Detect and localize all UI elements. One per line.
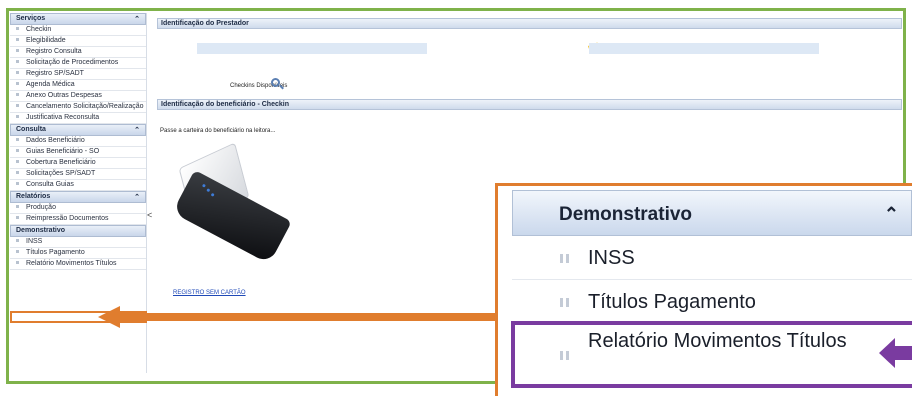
registro-sem-cartao-link[interactable]: REGISTRO SEM CARTÃO	[173, 290, 246, 296]
bullet-icon	[560, 297, 569, 307]
sidebar-item-anexo-outras-despesas[interactable]: Anexo Outras Despesas	[10, 91, 146, 102]
bullet-icon	[16, 182, 19, 185]
collapse-icon[interactable]: ⌃	[884, 204, 899, 225]
sidebar-item-producao[interactable]: Produção	[10, 203, 146, 214]
sidebar-item-cobertura-beneficiario[interactable]: Cobertura Beneficiário	[10, 158, 146, 169]
bullet-icon	[16, 160, 19, 163]
bullet-icon	[16, 60, 19, 63]
bullet-icon	[16, 250, 19, 253]
sidebar-item-solicitacao-procedimentos[interactable]: Solicitação de Procedimentos	[10, 58, 146, 69]
bullet-icon	[16, 71, 19, 74]
section-header-relatorios[interactable]: Relatórios ⌃	[10, 191, 146, 203]
bullet-icon	[16, 49, 19, 52]
bullet-icon	[16, 115, 19, 118]
highlight-relatorio	[511, 321, 912, 388]
bullet-icon	[16, 171, 19, 174]
sidebar-item-elegibilidade[interactable]: Elegibilidade	[10, 36, 146, 47]
bullet-icon	[16, 93, 19, 96]
sidebar-item-relatorio-movimentos-titulos[interactable]: Relatório Movimentos Títulos	[10, 259, 146, 270]
section-header-servicos[interactable]: Serviços ⌃	[10, 13, 146, 25]
sidebar-item-agenda-medica[interactable]: Agenda Médica	[10, 80, 146, 91]
sidebar-item-guias-beneficiario[interactable]: Guias Beneficiário - SO	[10, 147, 146, 158]
sidebar-item-titulos-pagamento[interactable]: Títulos Pagamento	[10, 248, 146, 259]
prestador-name-field	[197, 43, 427, 54]
sidebar-item-cancelamento[interactable]: Cancelamento Solicitação/Realização	[10, 102, 146, 113]
orange-arrow	[98, 306, 498, 328]
beneficiario-header: Identificação do beneficiário - Checkin	[157, 99, 902, 110]
bullet-icon	[560, 253, 569, 263]
sidebar-item-consulta-guias[interactable]: Consulta Guias	[10, 180, 146, 191]
collapse-icon[interactable]: ⌃	[134, 126, 140, 134]
bullet-icon	[16, 216, 19, 219]
prestador-header: Identificação do Prestador	[157, 18, 902, 29]
bullet-icon	[16, 205, 19, 208]
collapse-icon[interactable]: ⌃	[134, 15, 140, 23]
sidebar-item-reimpressao-documentos[interactable]: Reimpressão Documentos	[10, 214, 146, 225]
sidebar-item-justificativa-reconsulta[interactable]: Justificativa Reconsulta	[10, 113, 146, 124]
bullet-icon	[16, 82, 19, 85]
zoom-inset: Demonstrativo ⌃ INSS Títulos Pagamento Re…	[495, 183, 912, 396]
sidebar-item-checkin[interactable]: Checkin	[10, 25, 146, 36]
purple-arrow	[879, 338, 912, 368]
sidebar-item-solicitacoes-sp-sadt[interactable]: Solicitações SP/SADT	[10, 169, 146, 180]
search-icon[interactable]	[271, 78, 280, 87]
bullet-icon	[16, 138, 19, 141]
section-header-consulta[interactable]: Consulta ⌃	[10, 124, 146, 136]
sidebar-item-inss[interactable]: INSS	[10, 237, 146, 248]
sidebar-item-dados-beneficiario[interactable]: Dados Beneficiário	[10, 136, 146, 147]
bullet-icon	[16, 239, 19, 242]
collapse-icon[interactable]: ⌃	[134, 193, 140, 201]
zoom-section-header-demonstrativo[interactable]: Demonstrativo ⌃	[512, 190, 912, 236]
zoom-item-titulos-pagamento[interactable]: Títulos Pagamento	[512, 280, 912, 324]
bullet-icon	[16, 38, 19, 41]
card-reader-hint: Passe a carteira do beneficiário na leit…	[160, 128, 276, 134]
prestador-code-field	[589, 43, 819, 54]
sidebar-item-registro-consulta[interactable]: Registro Consulta	[10, 47, 146, 58]
collapse-sidebar-icon[interactable]: <	[147, 210, 152, 220]
bullet-icon	[16, 27, 19, 30]
zoom-item-inss[interactable]: INSS	[512, 236, 912, 280]
bullet-icon	[16, 149, 19, 152]
section-header-demonstrativo[interactable]: Demonstrativo	[10, 225, 146, 237]
sidebar-item-registro-sp-sadt[interactable]: Registro SP/SADT	[10, 69, 146, 80]
bullet-icon	[16, 261, 19, 264]
bullet-icon	[16, 104, 19, 107]
